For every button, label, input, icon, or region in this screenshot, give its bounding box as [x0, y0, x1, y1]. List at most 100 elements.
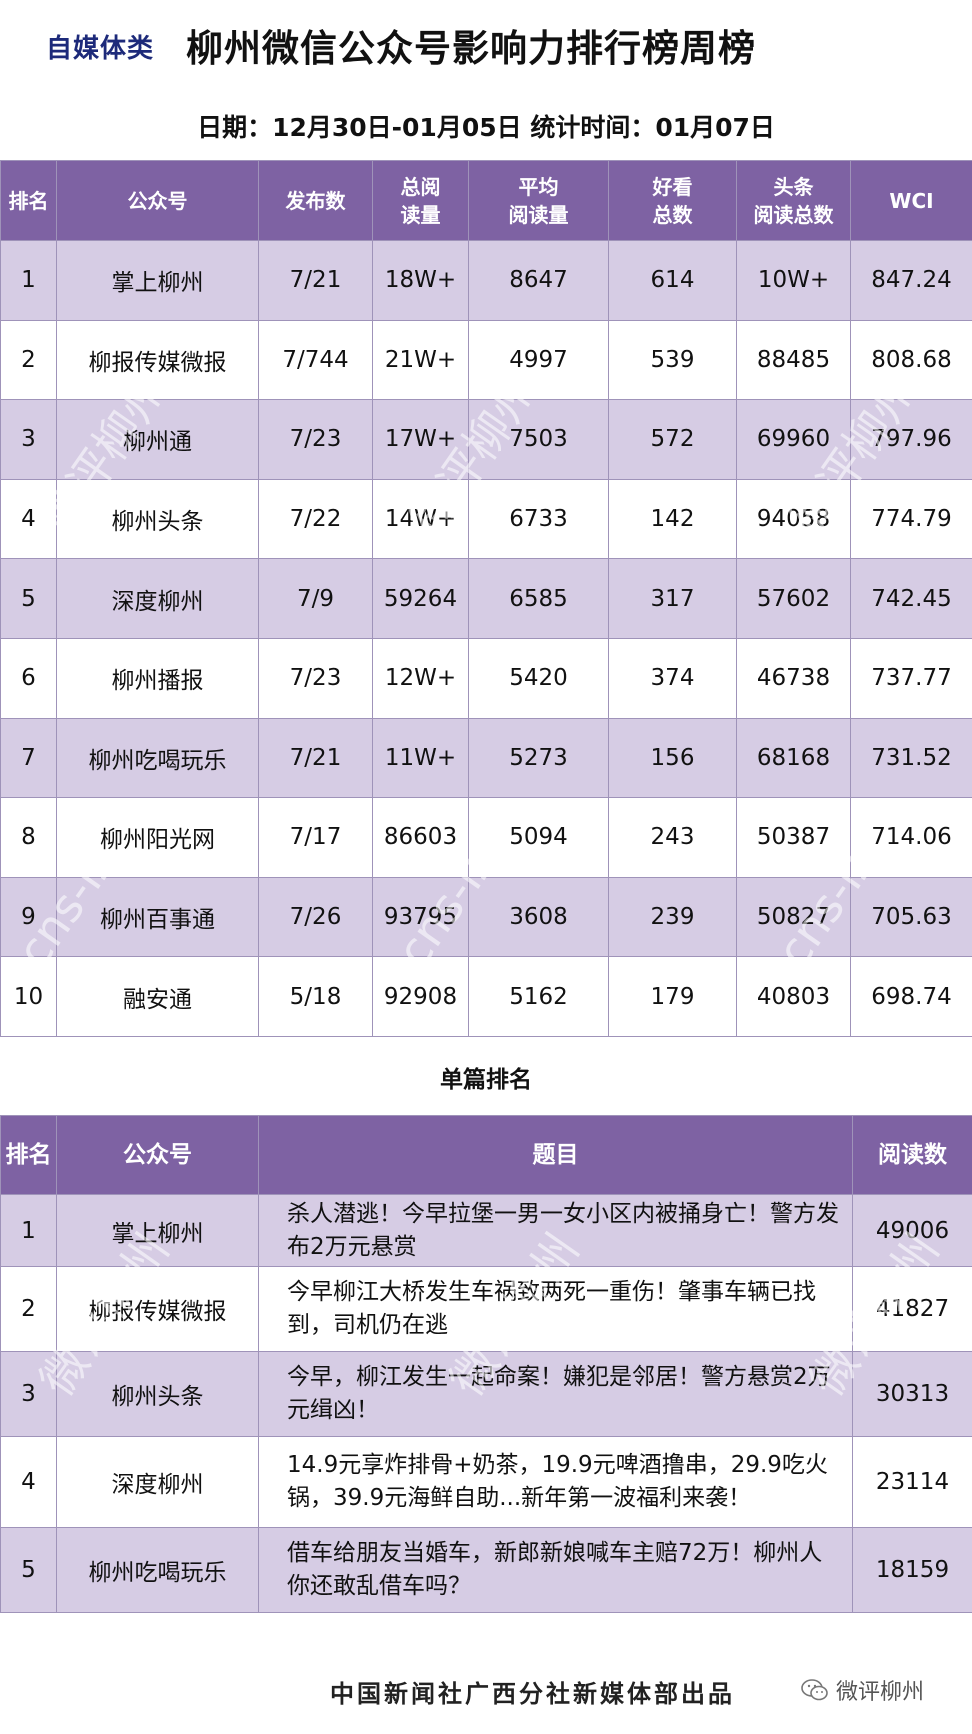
table-header-row: 排名 公众号 题目 阅读数 [0, 1115, 972, 1195]
cell-account: 柳州吃喝玩乐 [56, 717, 259, 799]
cell-account: 柳报传媒微报 [56, 1266, 259, 1352]
cell-posts: 7/21 [258, 240, 373, 321]
page-header: 自媒体类 柳州微信公众号影响力排行榜周榜 日期：12月30日-01月05日 统计… [0, 0, 972, 160]
cell-title: 杀人潜逃！今早拉堡一男一女小区内被捅身亡！警方发布2万元悬赏 [258, 1194, 853, 1267]
cell-posts: 5/18 [258, 956, 373, 1037]
cell-title: 今早，柳江发生一起命案！嫌犯是邻居！警方悬赏2万元缉凶！ [258, 1351, 853, 1437]
cell-total-reads: 21W+ [372, 319, 469, 401]
cell-avg-reads: 5162 [468, 956, 609, 1037]
wechat-account-name: 微评柳州 [836, 1680, 925, 1705]
cell-total-reads: 92908 [372, 956, 469, 1037]
table-row: 9 柳州百事通 7/26 93795 3608 239 50827 705.63 [0, 876, 972, 958]
cell-posts: 7/9 [258, 558, 373, 639]
cell-title: 14.9元享炸排骨+奶茶，19.9元啤酒撸串，29.9吃火锅，39.9元海鲜自助… [258, 1436, 853, 1528]
cell-headline-reads: 88485 [736, 319, 851, 401]
cell-likes: 243 [608, 797, 737, 878]
cell-headline-reads: 50387 [736, 797, 851, 878]
header-headline-reads: 头条 阅读总数 [736, 160, 851, 241]
cell-wci: 698.74 [850, 956, 972, 1037]
weekly-ranking-table: 排名 公众号 发布数 总阅 读量 平均 阅读量 好看 总数 头条 阅读总数 WC… [0, 160, 972, 1037]
cell-account: 掌上柳州 [56, 240, 259, 321]
cell-avg-reads: 5094 [468, 797, 609, 878]
cell-posts: 7/21 [258, 717, 373, 799]
cell-avg-reads: 4997 [468, 319, 609, 401]
cell-account: 柳州头条 [56, 478, 259, 560]
cell-account: 柳州播报 [56, 637, 259, 719]
cell-reads: 23114 [852, 1436, 972, 1528]
cell-headline-reads: 94058 [736, 478, 851, 560]
date-range: 日期：12月30日-01月05日 统计时间：01月07日 [197, 113, 775, 142]
cell-headline-reads: 10W+ [736, 240, 851, 321]
cell-likes: 614 [608, 240, 737, 321]
category-label: 自媒体类 [46, 34, 155, 64]
cell-wci: 797.96 [850, 399, 972, 480]
cell-avg-reads: 8647 [468, 240, 609, 321]
table-row: 8 柳州阳光网 7/17 86603 5094 243 50387 714.06 [0, 797, 972, 878]
cell-account: 柳州百事通 [56, 876, 259, 958]
cell-headline-reads: 57602 [736, 558, 851, 639]
cell-avg-reads: 6733 [468, 478, 609, 560]
cell-account: 深度柳州 [56, 558, 259, 639]
cell-wci: 808.68 [850, 319, 972, 401]
cell-rank: 2 [0, 1266, 57, 1352]
cell-rank: 2 [0, 319, 57, 401]
cell-rank: 1 [0, 1194, 57, 1267]
cell-rank: 3 [0, 399, 57, 480]
cell-rank: 10 [0, 956, 57, 1037]
cell-total-reads: 18W+ [372, 240, 469, 321]
table-row: 5 深度柳州 7/9 59264 6585 317 57602 742.45 [0, 558, 972, 639]
table-row: 10 融安通 5/18 92908 5162 179 40803 698.74 [0, 956, 972, 1037]
single-ranking-title: 单篇排名 [440, 1067, 532, 1093]
cell-total-reads: 11W+ [372, 717, 469, 799]
cell-account: 深度柳州 [56, 1436, 259, 1528]
cell-avg-reads: 6585 [468, 558, 609, 639]
header-account: 公众号 [56, 1115, 259, 1195]
cell-posts: 7/17 [258, 797, 373, 878]
cell-rank: 6 [0, 637, 57, 719]
cell-posts: 7/26 [258, 876, 373, 958]
cell-likes: 374 [608, 637, 737, 719]
cell-reads: 49006 [852, 1194, 972, 1267]
page-title: 柳州微信公众号影响力排行榜周榜 [186, 27, 756, 70]
header-likes: 好看 总数 [608, 160, 737, 241]
wechat-icon [801, 1679, 828, 1701]
header-total-reads: 总阅 读量 [372, 160, 469, 241]
header-wci: WCI [850, 160, 972, 241]
cell-posts: 7/744 [258, 319, 373, 401]
cell-reads: 41827 [852, 1266, 972, 1352]
single-article-ranking-table: 排名 公众号 题目 阅读数 1 掌上柳州 杀人潜逃！今早拉堡一男一女小区内被捅身亡！… [0, 1115, 972, 1613]
cell-total-reads: 59264 [372, 558, 469, 639]
header-rank: 排名 [0, 160, 57, 241]
table-header-row: 排名 公众号 发布数 总阅 读量 平均 阅读量 好看 总数 头条 阅读总数 WC… [0, 160, 972, 241]
table-row: 3 柳州通 7/23 17W+ 7503 572 69960 797.96 [0, 399, 972, 480]
cell-total-reads: 93795 [372, 876, 469, 958]
header-title: 题目 [258, 1115, 853, 1195]
cell-likes: 142 [608, 478, 737, 560]
cell-title: 借车给朋友当婚车，新郎新娘喊车主赔72万！柳州人你还敢乱借车吗？ [258, 1527, 853, 1613]
cell-account: 柳州头条 [56, 1351, 259, 1437]
cell-likes: 539 [608, 319, 737, 401]
cell-account: 掌上柳州 [56, 1194, 259, 1267]
cell-rank: 9 [0, 876, 57, 958]
cell-total-reads: 17W+ [372, 399, 469, 480]
table-row: 6 柳州播报 7/23 12W+ 5420 374 46738 737.77 [0, 637, 972, 719]
cell-wci: 714.06 [850, 797, 972, 878]
cell-likes: 317 [608, 558, 737, 639]
cell-headline-reads: 68168 [736, 717, 851, 799]
cell-headline-reads: 69960 [736, 399, 851, 480]
header-avg-reads: 平均 阅读量 [468, 160, 609, 241]
header-rank: 排名 [0, 1115, 57, 1195]
cell-posts: 7/22 [258, 478, 373, 560]
cell-rank: 7 [0, 717, 57, 799]
cell-reads: 18159 [852, 1527, 972, 1613]
table-row: 1 掌上柳州 杀人潜逃！今早拉堡一男一女小区内被捅身亡！警方发布2万元悬赏 49006 [0, 1194, 972, 1267]
cell-posts: 7/23 [258, 399, 373, 480]
table-row: 2 柳报传媒微报 7/744 21W+ 4997 539 88485 808.68 [0, 319, 972, 401]
cell-account: 柳报传媒微报 [56, 319, 259, 401]
cell-headline-reads: 50827 [736, 876, 851, 958]
table-row: 4 柳州头条 7/22 14W+ 6733 142 94058 774.79 [0, 478, 972, 560]
cell-headline-reads: 46738 [736, 637, 851, 719]
ranking-page: 自媒体类 柳州微信公众号影响力排行榜周榜 日期：12月30日-01月05日 统计… [0, 0, 972, 1734]
page-footer: 中国新闻社广西分社新媒体部出品 微评柳州 [0, 1652, 972, 1734]
cell-rank: 1 [0, 240, 57, 321]
